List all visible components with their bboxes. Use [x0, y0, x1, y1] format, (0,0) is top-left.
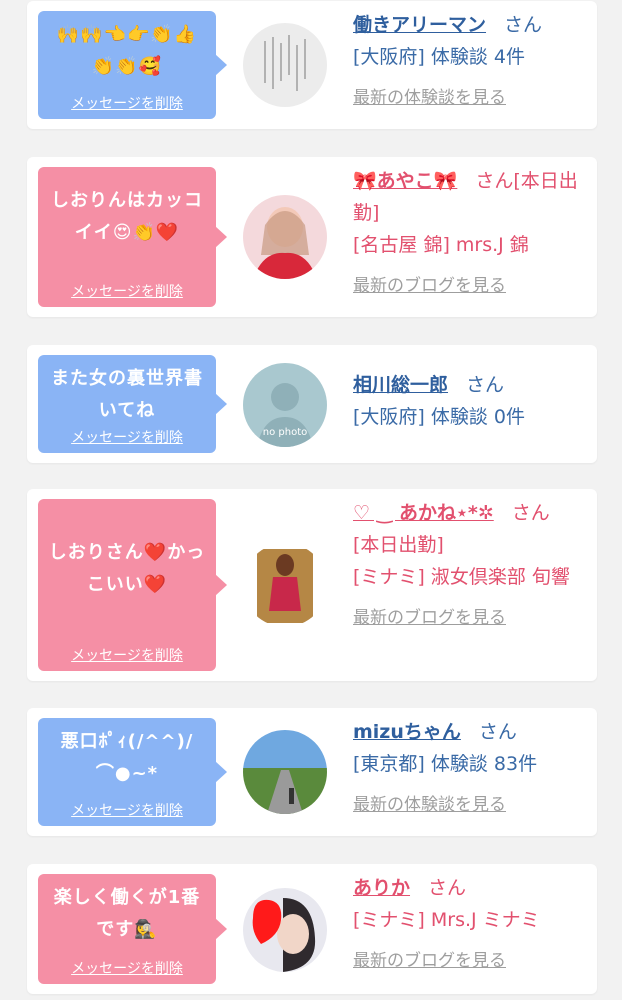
- delete-message-button[interactable]: メッセージを削除: [38, 645, 216, 665]
- delete-message-button[interactable]: メッセージを削除: [38, 281, 216, 301]
- message-bubble: しおりさん❤️かっこいい❤️ メッセージを削除: [38, 499, 227, 671]
- avatar[interactable]: [243, 195, 327, 279]
- message-text: 楽しく働くが1番です🕵️‍♀: [53, 887, 201, 940]
- honorific: さん: [511, 502, 550, 524]
- message-text: しおりんはカッコイイ😍👏❤️: [51, 190, 203, 243]
- latest-link[interactable]: 最新のブログを見る: [353, 603, 506, 628]
- user-name-link[interactable]: ありか: [353, 877, 410, 899]
- user-info: 働きアリーマン さん [大阪府] 体験談 4件 最新の体験談を見る: [353, 9, 589, 108]
- user-detail: [大阪府] 体験談 4件: [353, 46, 525, 68]
- message-card: 🙌🙌👈👉👏👍👏👏🥰 メッセージを削除 働きアリーマン さん [大阪府] 体験談 4…: [27, 1, 597, 129]
- user-name-link[interactable]: ♡ ‿ あかね⋆*✲: [353, 502, 494, 524]
- message-bubble: また女の裏世界書いてね メッセージを削除: [38, 355, 227, 453]
- user-info: mizuちゃん さん [東京都] 体験談 83件 最新の体験談を見る: [353, 716, 589, 815]
- honorific: さん: [466, 374, 505, 396]
- message-bubble: 悪口ﾎﾟｨ(/^^)/ ⌒●~* メッセージを削除: [38, 718, 227, 826]
- user-info: ありか さん [ミナミ] Mrs.J ミナミ 最新のブログを見る: [353, 872, 589, 971]
- latest-link[interactable]: 最新の体験談を見る: [353, 790, 506, 815]
- message-card: しおりさん❤️かっこいい❤️ メッセージを削除 ♡ ‿ あかね⋆*✲ さん [本日…: [27, 489, 597, 681]
- message-text: また女の裏世界書いてね: [51, 368, 203, 421]
- honorific: さん: [504, 14, 543, 36]
- user-detail: [ミナミ] 淑女倶楽部 旬響: [353, 566, 570, 588]
- message-card: 悪口ﾎﾟｨ(/^^)/ ⌒●~* メッセージを削除 mizuちゃん さん [東京都…: [27, 708, 597, 836]
- latest-link[interactable]: 最新の体験談を見る: [353, 83, 506, 108]
- user-info: 🎀あやこ🎀 さん[本日出勤] [名古屋 錦] mrs.J 錦 最新のブログを見る: [353, 165, 589, 296]
- user-name-link[interactable]: 🎀あやこ🎀: [353, 170, 457, 192]
- svg-text:no photo: no photo: [263, 427, 307, 438]
- honorific: さん: [428, 877, 467, 899]
- user-detail: [ミナミ] Mrs.J ミナミ: [353, 909, 540, 931]
- delete-message-button[interactable]: メッセージを削除: [38, 958, 216, 978]
- message-text: しおりさん❤️かっこいい❤️: [48, 542, 206, 595]
- message-bubble: しおりんはカッコイイ😍👏❤️ メッセージを削除: [38, 167, 227, 307]
- user-name-link[interactable]: 相川総一郎: [353, 374, 448, 396]
- message-bubble: 🙌🙌👈👉👏👍👏👏🥰 メッセージを削除: [38, 11, 227, 119]
- avatar[interactable]: [243, 888, 327, 972]
- user-name-link[interactable]: mizuちゃん: [353, 721, 461, 743]
- user-info: ♡ ‿ あかね⋆*✲ さん [本日出勤] [ミナミ] 淑女倶楽部 旬響 最新のブロ…: [353, 497, 589, 628]
- message-card: しおりんはカッコイイ😍👏❤️ メッセージを削除 🎀あやこ🎀 さん[本日出勤] [名…: [27, 157, 597, 317]
- status-badge: [本日出勤]: [353, 534, 444, 556]
- user-detail: [名古屋 錦] mrs.J 錦: [353, 234, 529, 256]
- user-detail: [東京都] 体験談 83件: [353, 753, 538, 775]
- message-bubble: 楽しく働くが1番です🕵️‍♀ メッセージを削除: [38, 874, 227, 984]
- delete-message-button[interactable]: メッセージを削除: [38, 427, 216, 447]
- latest-link[interactable]: 最新のブログを見る: [353, 271, 506, 296]
- delete-message-button[interactable]: メッセージを削除: [38, 800, 216, 820]
- avatar[interactable]: [243, 543, 327, 627]
- user-detail: [大阪府] 体験談 0件: [353, 406, 525, 428]
- message-card: また女の裏世界書いてね メッセージを削除 no photo 相川総一郎 さん [大…: [27, 345, 597, 463]
- message-text: 悪口ﾎﾟｨ(/^^)/ ⌒●~*: [60, 731, 194, 784]
- user-info: 相川総一郎 さん [大阪府] 体験談 0件: [353, 369, 589, 433]
- message-text: 🙌🙌👈👉👏👍👏👏🥰: [56, 24, 198, 77]
- honorific: さん: [478, 721, 517, 743]
- message-card: 楽しく働くが1番です🕵️‍♀ メッセージを削除 ありか さん [ミナミ] Mrs.…: [27, 864, 597, 994]
- latest-link[interactable]: 最新のブログを見る: [353, 946, 506, 971]
- delete-message-button[interactable]: メッセージを削除: [38, 93, 216, 113]
- avatar[interactable]: [243, 730, 327, 814]
- user-name-link[interactable]: 働きアリーマン: [353, 14, 486, 36]
- avatar[interactable]: [243, 23, 327, 107]
- avatar[interactable]: no photo: [243, 363, 327, 447]
